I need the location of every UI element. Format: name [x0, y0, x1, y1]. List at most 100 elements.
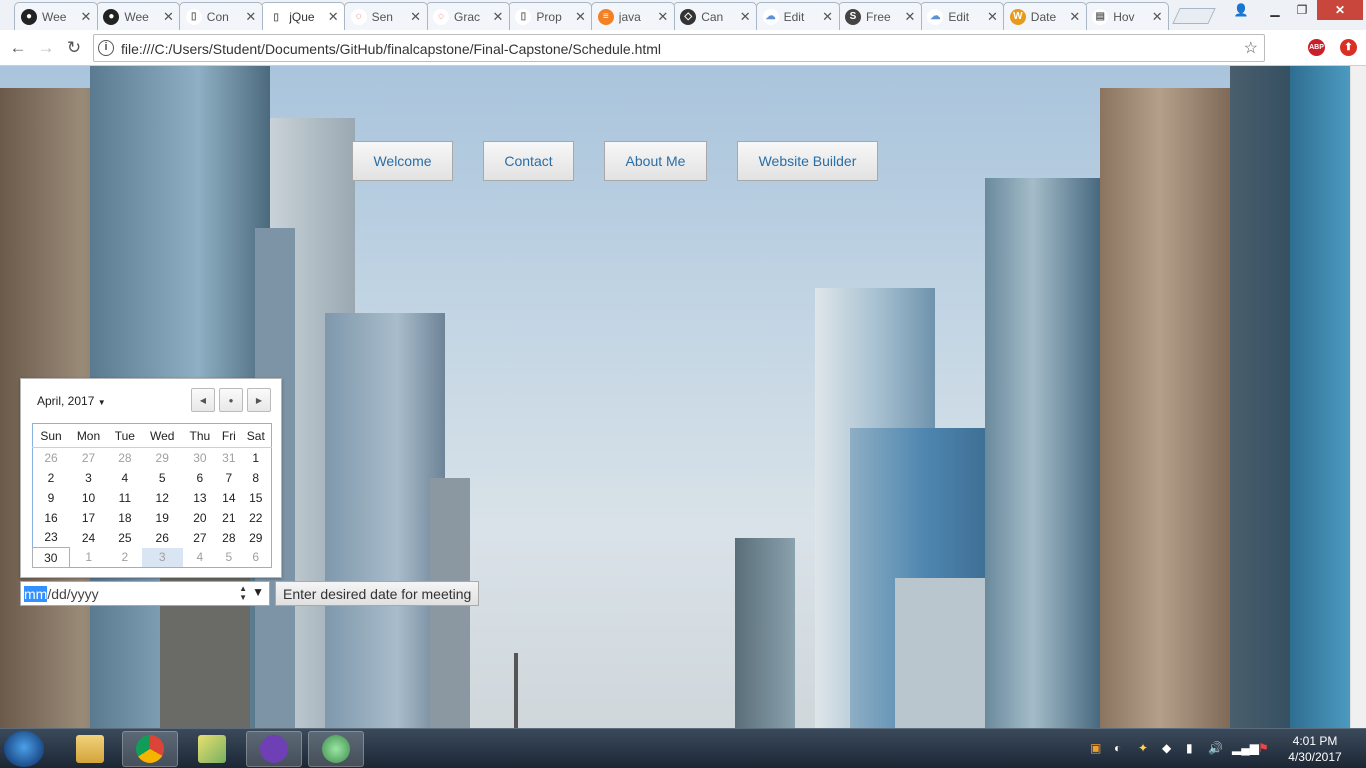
- calendar-day[interactable]: 19: [142, 508, 183, 528]
- address-bar[interactable]: i file:///C:/Users/Student/Documents/Git…: [93, 34, 1265, 62]
- submit-date-button[interactable]: Enter desired date for meeting: [275, 581, 480, 606]
- browser-tab[interactable]: ☁ Edit ✕: [755, 2, 840, 30]
- maximize-button[interactable]: ❐: [1289, 0, 1315, 20]
- tray-device-icon[interactable]: ◆: [1162, 741, 1171, 755]
- calendar-day[interactable]: 2: [33, 468, 70, 488]
- calendar-day[interactable]: 5: [217, 548, 240, 568]
- calendar-day[interactable]: 26: [33, 448, 70, 468]
- calendar-day[interactable]: 26: [142, 528, 183, 548]
- today-button[interactable]: ●: [219, 388, 243, 412]
- calendar-day[interactable]: 31: [217, 448, 240, 468]
- tray-app-icon[interactable]: ▣: [1090, 741, 1101, 755]
- tab-close-icon[interactable]: ✕: [1150, 9, 1164, 25]
- taskbar-github-desktop[interactable]: [246, 731, 302, 767]
- adblock-plus-icon[interactable]: ABP: [1308, 39, 1325, 56]
- nav-welcome-button[interactable]: Welcome: [352, 141, 453, 181]
- calendar-day[interactable]: 3: [141, 547, 183, 568]
- calendar-day[interactable]: 30: [183, 448, 218, 468]
- tab-close-icon[interactable]: ✕: [326, 9, 340, 25]
- browser-tab[interactable]: ▯ Prop ✕: [508, 2, 593, 30]
- browser-tab[interactable]: ◌ Sen ✕: [343, 2, 428, 30]
- calendar-day[interactable]: 11: [108, 488, 142, 508]
- taskbar-explorer[interactable]: [62, 731, 118, 767]
- calendar-day[interactable]: 27: [69, 448, 108, 468]
- calendar-day[interactable]: 12: [142, 488, 183, 508]
- calendar-day[interactable]: 30: [32, 547, 70, 568]
- tray-bluetooth-icon[interactable]: ✦: [1138, 741, 1148, 755]
- nav-website-builder-button[interactable]: Website Builder: [737, 141, 878, 181]
- calendar-day[interactable]: 21: [217, 508, 240, 528]
- browser-tab[interactable]: ● Wee ✕: [14, 2, 98, 30]
- extension-icon[interactable]: ⬆: [1340, 39, 1357, 56]
- tab-close-icon[interactable]: ✕: [244, 9, 258, 25]
- tray-volume-icon[interactable]: 🔊: [1208, 741, 1223, 755]
- taskbar-chrome[interactable]: [122, 731, 178, 767]
- browser-tab[interactable]: ● Wee ✕: [96, 2, 181, 30]
- tab-close-icon[interactable]: ✕: [738, 9, 752, 25]
- tray-battery-icon[interactable]: ▮: [1186, 741, 1193, 755]
- calendar-day[interactable]: 9: [33, 488, 70, 508]
- date-format-rest[interactable]: /dd/yyyy: [47, 586, 98, 602]
- calendar-day[interactable]: 2: [108, 548, 142, 568]
- scrollbar[interactable]: [1350, 66, 1366, 728]
- info-icon[interactable]: i: [98, 40, 114, 56]
- browser-tab[interactable]: ☁ Edit ✕: [920, 2, 1005, 30]
- calendar-day[interactable]: 22: [241, 508, 272, 528]
- calendar-day[interactable]: 10: [69, 488, 108, 508]
- browser-tab[interactable]: ≡ java ✕: [590, 2, 675, 30]
- tray-signal-icon[interactable]: ▂▄▆: [1232, 741, 1259, 755]
- next-month-button[interactable]: ▶: [247, 388, 271, 412]
- calendar-day[interactable]: 3: [69, 468, 108, 488]
- meeting-date-input[interactable]: mm/dd/yyyy ▲ ▼ ▼: [20, 581, 270, 606]
- calendar-day[interactable]: 6: [183, 468, 218, 488]
- calendar-day[interactable]: 29: [241, 528, 272, 548]
- tab-close-icon[interactable]: ✕: [573, 9, 587, 25]
- back-icon[interactable]: ←: [7, 37, 29, 59]
- new-tab-button[interactable]: [1172, 8, 1216, 24]
- calendar-day[interactable]: 29: [142, 448, 183, 468]
- browser-tab[interactable]: S Free ✕: [838, 2, 922, 30]
- calendar-day[interactable]: 25: [108, 528, 142, 548]
- system-clock[interactable]: 4:01 PM 4/30/2017: [1280, 733, 1350, 765]
- calendar-day[interactable]: 27: [183, 528, 218, 548]
- tab-close-icon[interactable]: ✕: [491, 9, 505, 25]
- calendar-day[interactable]: 5: [142, 468, 183, 488]
- calendar-day[interactable]: 16: [33, 508, 70, 528]
- calendar-day[interactable]: 20: [183, 508, 218, 528]
- calendar-day[interactable]: 18: [108, 508, 142, 528]
- calendar-day[interactable]: 28: [108, 448, 142, 468]
- minimize-button[interactable]: ▁: [1262, 0, 1288, 20]
- tray-network-app-icon[interactable]: ◐: [1114, 741, 1121, 755]
- calendar-day[interactable]: 8: [241, 468, 272, 488]
- month-selector[interactable]: April, 2017 ▼: [37, 394, 106, 408]
- tab-close-icon[interactable]: ✕: [79, 9, 93, 25]
- dropdown-arrow-icon[interactable]: ▼: [252, 585, 264, 599]
- tab-close-icon[interactable]: ✕: [1068, 9, 1082, 25]
- bookmark-star-icon[interactable]: ☆: [1244, 38, 1258, 58]
- tab-close-icon[interactable]: ✕: [821, 9, 835, 25]
- calendar-day[interactable]: 6: [241, 548, 272, 568]
- tab-close-icon[interactable]: ✕: [656, 9, 670, 25]
- tab-close-icon[interactable]: ✕: [161, 9, 175, 25]
- browser-tab[interactable]: W Date ✕: [1002, 2, 1087, 30]
- close-window-button[interactable]: ✕: [1317, 0, 1363, 20]
- calendar-day[interactable]: 7: [217, 468, 240, 488]
- browser-tab[interactable]: ▯ Con ✕: [178, 2, 263, 30]
- calendar-day[interactable]: 17: [69, 508, 108, 528]
- tab-close-icon[interactable]: ✕: [409, 9, 423, 25]
- calendar-day[interactable]: 28: [217, 528, 240, 548]
- calendar-day[interactable]: 14: [217, 488, 240, 508]
- month-segment[interactable]: mm: [24, 586, 48, 602]
- windows-start-icon[interactable]: [4, 731, 44, 767]
- calendar-day[interactable]: 24: [69, 528, 108, 548]
- tray-flag-icon[interactable]: ⚑: [1258, 741, 1269, 755]
- calendar-day[interactable]: 1: [241, 448, 272, 468]
- forward-icon[interactable]: →: [35, 37, 57, 59]
- taskbar-explorer-2[interactable]: [184, 731, 240, 767]
- previous-month-button[interactable]: ◀: [191, 388, 215, 412]
- calendar-day[interactable]: 4: [108, 468, 142, 488]
- calendar-day[interactable]: 1: [69, 548, 108, 568]
- calendar-day[interactable]: 23: [33, 528, 70, 548]
- tab-close-icon[interactable]: ✕: [903, 9, 917, 25]
- calendar-day[interactable]: 13: [183, 488, 218, 508]
